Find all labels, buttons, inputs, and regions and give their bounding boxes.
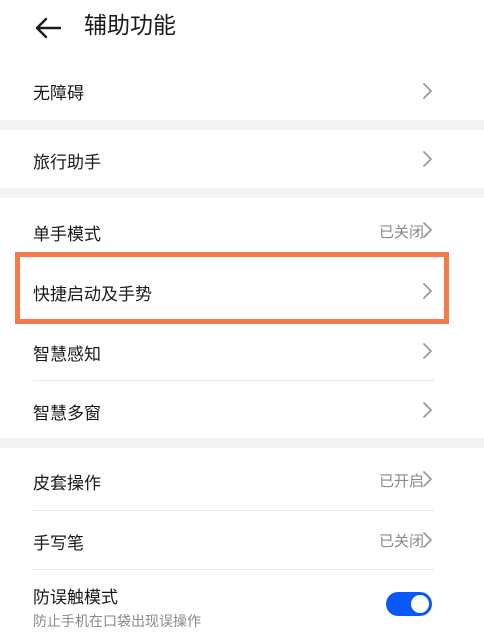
status-value: 已关闭 — [378, 532, 424, 550]
settings-item-shortcuts-gestures[interactable]: 快捷启动及手势 — [0, 260, 484, 320]
title-bar: 辅助功能 — [0, 0, 484, 56]
settings-item-label: 智慧感知 — [33, 345, 101, 365]
chevron-right-icon — [423, 83, 432, 99]
settings-item-label: 防误触模式 — [33, 588, 118, 608]
settings-item-accessibility[interactable]: 无障碍 — [0, 62, 484, 120]
toggle-knob — [411, 595, 429, 613]
section-divider — [0, 438, 484, 448]
settings-item-one-hand-mode[interactable]: 单手模式 已关闭 — [0, 198, 484, 260]
settings-item-cover-operation[interactable]: 皮套操作 已开启 — [0, 448, 484, 510]
settings-item-label: 皮套操作 — [33, 474, 101, 494]
back-button[interactable] — [30, 10, 66, 46]
settings-item-label: 无障碍 — [33, 84, 84, 104]
settings-item-stylus[interactable]: 手写笔 已关闭 — [0, 511, 484, 569]
settings-item-travel-assistant[interactable]: 旅行助手 — [0, 130, 484, 188]
settings-item-smart-perception[interactable]: 智慧感知 — [0, 322, 484, 380]
arrow-left-icon — [35, 17, 61, 39]
settings-item-description: 防止手机在口袋出现误操作 — [33, 614, 201, 630]
chevron-right-icon — [423, 471, 432, 487]
settings-item-label: 单手模式 — [33, 225, 101, 245]
status-value: 已开启 — [378, 472, 424, 490]
settings-item-smart-multiwindow[interactable]: 智慧多窗 — [0, 381, 484, 438]
chevron-right-icon — [423, 402, 432, 418]
chevron-right-icon — [423, 283, 432, 299]
settings-item-label: 手写笔 — [33, 534, 84, 554]
chevron-right-icon — [423, 151, 432, 167]
page-title: 辅助功能 — [84, 13, 176, 39]
settings-item-label: 智慧多窗 — [33, 404, 101, 424]
section-divider — [0, 188, 484, 198]
chevron-right-icon — [423, 343, 432, 359]
settings-item-label: 旅行助手 — [33, 153, 101, 173]
accidental-touch-toggle[interactable] — [386, 592, 432, 616]
settings-item-label: 快捷启动及手势 — [33, 285, 152, 305]
section-divider — [0, 120, 484, 130]
chevron-right-icon — [423, 222, 432, 238]
status-value: 已关闭 — [378, 223, 424, 241]
chevron-right-icon — [423, 532, 432, 548]
